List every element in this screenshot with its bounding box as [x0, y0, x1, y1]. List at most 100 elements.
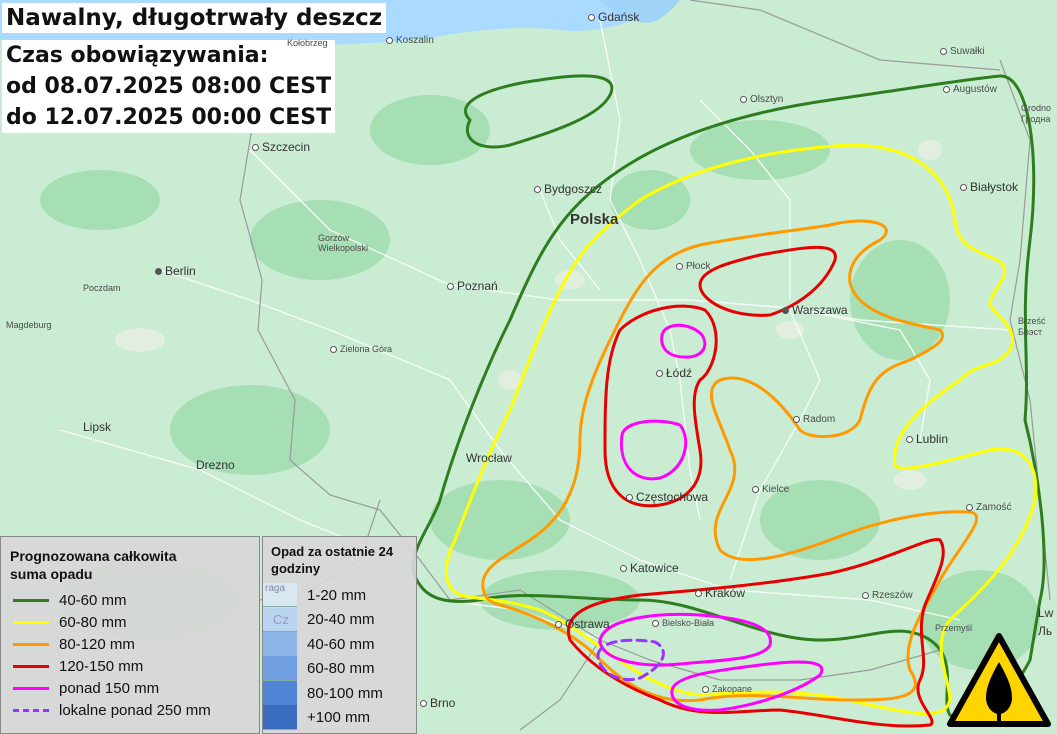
city-bielsko-biala[interactable]: Bielsko-Biała — [652, 618, 714, 628]
city-zakopane[interactable]: Zakopane — [702, 684, 752, 694]
legend-item-250: lokalne ponad 250 mm — [13, 699, 259, 721]
city-augustow[interactable]: Augustów — [943, 84, 997, 95]
city-poczdam[interactable]: Poczdam — [83, 283, 121, 293]
legend-label: 40-60 mm — [59, 591, 127, 609]
city-label: Olsztyn — [750, 94, 784, 105]
city-wroclaw[interactable]: Wrocław — [466, 451, 512, 465]
dashed-line-swatch — [13, 708, 49, 712]
line-swatch — [13, 642, 49, 646]
city-rzeszow[interactable]: Rzeszów — [862, 590, 913, 601]
city-radom[interactable]: Radom — [793, 414, 835, 425]
city-dot-icon — [620, 565, 627, 573]
validity-to: do 12.07.2025 00:00 CEST — [6, 105, 332, 130]
city-kolobrzeg[interactable]: Kołobrzeg — [287, 38, 328, 48]
city-dot-icon — [386, 36, 393, 44]
city-label: Zamość — [976, 502, 1012, 513]
legend-label: +100 mm — [307, 709, 370, 727]
warning-title: Nawalny, długotrwały deszcz — [2, 3, 387, 33]
city-gdansk[interactable]: Gdańsk — [588, 10, 639, 24]
legend-label: 80-100 mm — [307, 684, 383, 702]
city-label: Grodno — [1021, 103, 1052, 113]
line-swatch — [13, 686, 49, 690]
legend-item-80-120: 80-120 mm — [13, 633, 259, 655]
color-swatch: raga — [263, 583, 297, 608]
city-dot-icon — [702, 686, 709, 694]
legend-label: 120-150 mm — [59, 657, 144, 675]
city-gorzow[interactable]: Gorzów — [318, 233, 349, 243]
rain-warning-triangle-icon — [947, 633, 1051, 727]
city-dot-icon — [534, 186, 541, 194]
city-label: Augustów — [953, 84, 997, 95]
country-label: Polska — [570, 211, 619, 228]
legend-24h-item: Cz 20-40 mm — [263, 607, 416, 633]
city-brzesc-cyrillic[interactable]: Брэст — [1018, 327, 1042, 337]
city-label: Białystok — [970, 180, 1019, 194]
city-dot-icon — [695, 590, 702, 598]
validity-period: Czas obowiązywania: od 08.07.2025 08:00 … — [2, 40, 336, 133]
city-label: Brześć — [1018, 316, 1046, 326]
legend-24h-item: 60-80 mm — [263, 656, 416, 682]
city-warszawa[interactable]: Warszawa — [782, 303, 848, 317]
city-koszalin[interactable]: Koszalin — [386, 35, 434, 46]
city-label: Lublin — [916, 432, 949, 446]
color-swatch — [263, 680, 297, 706]
city-label: Łódź — [666, 366, 693, 380]
legend-label: 1-20 mm — [307, 586, 367, 604]
city-krakow[interactable]: Kraków — [695, 586, 745, 600]
city-suwalki[interactable]: Suwałki — [940, 46, 984, 57]
city-bialystok[interactable]: Białystok — [960, 180, 1018, 194]
city-label: Rzeszów — [872, 590, 913, 601]
legend-label: 60-80 mm — [59, 613, 127, 631]
city-label: Zakopane — [712, 684, 753, 694]
city-label: Bydgoszcz — [544, 182, 603, 196]
city-dot-icon — [740, 95, 747, 103]
city-grodno-cyrillic[interactable]: Гродна — [1021, 114, 1050, 124]
city-kielce[interactable]: Kielce — [752, 484, 789, 495]
city-lwow[interactable]: Lw — [1038, 606, 1053, 620]
city-katowice[interactable]: Katowice — [620, 561, 679, 575]
city-drezno[interactable]: Drezno — [196, 458, 235, 472]
city-dot-icon — [676, 262, 683, 270]
city-label: Kraków — [705, 586, 746, 600]
color-swatch: Cz — [263, 607, 297, 632]
city-dot-icon — [420, 700, 427, 708]
city-label: Wrocław — [466, 451, 512, 465]
color-swatch — [263, 631, 297, 657]
city-grodno[interactable]: Grodno — [1021, 103, 1051, 113]
city-label: Suwałki — [950, 46, 985, 57]
city-ostrawa[interactable]: Ostrawa — [555, 617, 610, 631]
legend-item-60-80: 60-80 mm — [13, 611, 259, 633]
city-label: Warszawa — [792, 303, 848, 317]
country-polska[interactable]: Polska — [570, 211, 618, 228]
city-gorzow-2[interactable]: Wielkopolski — [318, 243, 368, 253]
legend-label: 80-120 mm — [59, 635, 135, 653]
city-plock[interactable]: Płock — [676, 261, 710, 272]
legend-forecast-header: Prognozowana całkowita suma opadu — [10, 548, 177, 582]
city-szczecin[interactable]: Szczecin — [252, 140, 310, 154]
city-poznan[interactable]: Poznań — [447, 279, 498, 293]
city-dot-icon — [330, 346, 337, 354]
city-czestochowa[interactable]: Częstochowa — [626, 490, 708, 504]
city-label: Gdańsk — [598, 10, 640, 24]
city-label: Płock — [686, 261, 711, 272]
city-olsztyn[interactable]: Olsztyn — [740, 94, 783, 105]
city-magdeburg[interactable]: Magdeburg — [6, 320, 52, 330]
city-zamosc[interactable]: Zamość — [966, 502, 1012, 513]
city-dot-icon — [966, 503, 973, 511]
city-berlin[interactable]: Berlin — [155, 264, 196, 278]
validity-from: od 08.07.2025 08:00 CEST — [6, 74, 332, 99]
city-dot-icon — [447, 283, 454, 291]
city-brno[interactable]: Brno — [420, 696, 455, 710]
city-dot-icon — [252, 144, 259, 152]
city-zielona-gora[interactable]: Zielona Góra — [330, 344, 392, 354]
city-lublin[interactable]: Lublin — [906, 432, 948, 446]
city-brzesc[interactable]: Brześć — [1018, 316, 1046, 326]
legend-item-150: ponad 150 mm — [13, 677, 259, 699]
city-label: Radom — [803, 414, 836, 425]
city-bydgoszcz[interactable]: Bydgoszcz — [534, 182, 602, 196]
city-lipsk[interactable]: Lipsk — [83, 420, 111, 434]
line-swatch — [13, 664, 49, 668]
city-label: Brno — [430, 696, 456, 710]
city-label: Drezno — [196, 458, 235, 472]
city-lodz[interactable]: Łódź — [656, 366, 692, 380]
